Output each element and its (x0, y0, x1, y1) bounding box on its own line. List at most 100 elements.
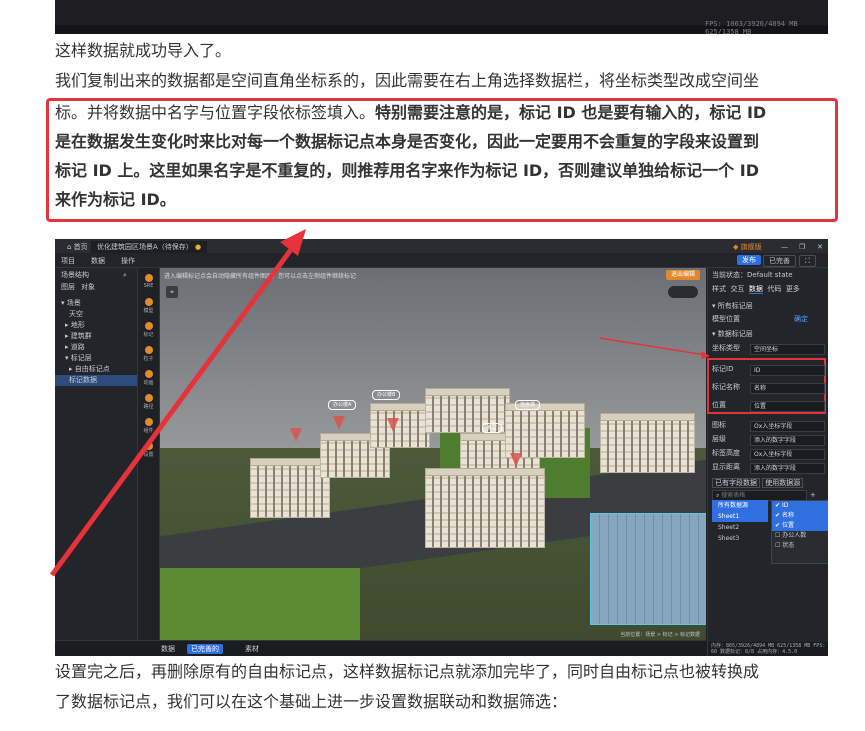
tab-more[interactable]: 更多 (786, 285, 800, 293)
tool-sre[interactable]: SRE (140, 274, 157, 289)
bottom-bar: 数据 已完善的 素材 (55, 640, 706, 656)
paragraph-next-step: 了数据标记点，我们可以在这个基础上进一步设置数据联动和数据筛选： (55, 692, 568, 711)
marker-icon (144, 322, 153, 330)
diamond-icon: ◆ (733, 243, 741, 251)
tab-home[interactable]: ⌂ 首页 (61, 241, 94, 253)
column-option[interactable]: ✔ 名称 (772, 511, 828, 521)
tree-item-markers[interactable]: ▾ 标记层 (65, 353, 92, 364)
sheet-item[interactable]: Sheet1 (712, 511, 768, 522)
building[interactable] (370, 403, 430, 448)
tab-scene[interactable]: 优化建筑园区场景A（待保存） ● (91, 241, 208, 253)
sre-icon (144, 274, 153, 282)
component-icon (144, 418, 153, 426)
sheet-list: 所有数据源 Sheet1 Sheet2 Sheet3 (712, 500, 768, 544)
marker-pin[interactable] (387, 418, 399, 432)
tree-item-sky[interactable]: 天空 (69, 309, 83, 320)
marker-position-field[interactable]: 位置 (750, 401, 825, 412)
location-pin-icon[interactable]: ⌖ (166, 286, 178, 298)
particle-icon (144, 346, 153, 354)
sheet-header[interactable]: 所有数据源 (712, 500, 768, 511)
marker-pin[interactable] (290, 428, 302, 442)
building[interactable] (250, 458, 330, 518)
sheet-item[interactable]: Sheet3 (712, 533, 768, 544)
save-status-button[interactable]: 已完善 (763, 255, 796, 267)
bottom-tab-assets[interactable]: 素材 (245, 644, 259, 654)
building[interactable] (425, 468, 545, 548)
vip-badge[interactable]: ◆ 旗舰版 (727, 241, 768, 253)
tool-animation[interactable]: 动画 (140, 370, 157, 386)
tool-path[interactable]: 路径 (140, 394, 157, 410)
model-location-value[interactable]: 确定 (794, 314, 825, 325)
tab-bar: ⌂ 首页 优化建筑园区场景A（待保存） ● ◆ 旗舰版 — ❐ ✕ (55, 239, 828, 253)
tab-interaction[interactable]: 交互 (730, 285, 744, 293)
publish-button[interactable]: 发布 (737, 255, 761, 265)
tab-code[interactable]: 代码 (767, 285, 781, 293)
menu-project[interactable]: 项目 (61, 256, 75, 266)
marker-pin[interactable] (510, 453, 522, 467)
tab-style[interactable]: 样式 (712, 285, 726, 293)
tree-item-terrain[interactable]: ▸ 地形 (65, 320, 85, 331)
model-icon (144, 298, 153, 306)
view-toggle[interactable] (668, 286, 698, 298)
subtab-objects[interactable]: 对象 (81, 282, 95, 293)
label-height-field[interactable]: Ox入坐标字段 (750, 449, 825, 460)
close-icon[interactable]: ✕ (811, 241, 828, 253)
state-label: 当前状态：Default state (712, 271, 793, 279)
tool-marker[interactable]: 标记 (140, 322, 157, 338)
coord-type-select[interactable]: 空间坐标 (750, 344, 825, 355)
paragraph-coord-line: 我们复制出来的数据都是空间直角坐标系的，因此需要在右上角选择数据栏，将坐标类型改… (55, 71, 760, 90)
path-icon (144, 394, 153, 402)
tool-component[interactable]: 组件 (140, 418, 157, 434)
panel-title: 场景结构 (61, 271, 89, 279)
property-panel: 当前状态：Default state 样式 交互 数据 代码 更多 ▾ 所有标记… (707, 268, 828, 656)
tree-item-scene[interactable]: ▾ 场景 (61, 298, 81, 309)
scene-viewport[interactable]: 办公楼A 办公楼B 宿舍楼 食堂 进入编辑标记点会自动隐藏所有组件图层，您可以点… (160, 268, 706, 640)
column-option[interactable]: ✔ ID (772, 501, 828, 511)
sheet-item[interactable]: Sheet2 (712, 522, 768, 533)
marker-label[interactable]: 宿舍楼 (515, 400, 541, 410)
display-distance-field[interactable]: 添入的数字字段 (750, 463, 825, 474)
maximize-icon[interactable]: ❐ (793, 241, 811, 253)
level-field[interactable]: 添入的数字字段 (750, 435, 825, 446)
tool-model[interactable]: 模型 (140, 298, 157, 314)
building[interactable] (505, 403, 585, 458)
menu-operation[interactable]: 操作 (121, 256, 135, 266)
marker-label[interactable]: 办公楼A (328, 400, 357, 410)
tab-data[interactable]: 数据 (748, 285, 763, 294)
section-data-markers[interactable]: ▾ 数据标记层 (712, 329, 825, 340)
icon-field[interactable]: Ox入坐标字段 (750, 421, 825, 432)
column-option[interactable]: ☐ 状态 (772, 541, 828, 551)
bottom-tab-data[interactable]: 数据 (161, 644, 175, 654)
tree-item-data-marker[interactable]: 标记数据 (55, 375, 137, 386)
previous-screenshot-status-left: FPS: 1063/3926/4894 MB 625/1358 MB (705, 20, 798, 36)
marker-label[interactable]: 办公楼B (372, 390, 401, 400)
paragraph-import-done: 这样数据就成功导入了。 (55, 41, 232, 60)
settings-icon (144, 442, 153, 450)
column-option[interactable]: ✔ 位置 (772, 521, 828, 531)
exit-edit-button[interactable]: 退出编辑 (665, 270, 700, 280)
minimize-icon[interactable]: — (775, 241, 794, 253)
use-datasource-button[interactable]: 使用数据源 (762, 478, 804, 488)
tool-settings[interactable]: 设置 (140, 442, 157, 458)
status-bar: 内存：865/3926/4894 MB 625/1358 MB FPS: 60 … (708, 642, 828, 656)
existing-data-button[interactable]: 已有字段数据 (712, 478, 760, 488)
subtab-layers[interactable]: 图层 (61, 282, 75, 293)
factory-building[interactable] (590, 513, 706, 625)
column-option[interactable]: ☐ 办公人数 (772, 531, 828, 541)
menu-data[interactable]: 数据 (91, 256, 105, 266)
tree-item-buildings[interactable]: ▸ 建筑群 (65, 331, 92, 342)
marker-name-field[interactable]: 名称 (750, 383, 825, 394)
marker-label[interactable]: 食堂 (482, 423, 503, 433)
section-all-markers[interactable]: ▾ 所有标记层 (712, 301, 825, 312)
bottom-tab-done[interactable]: 已完善的 (187, 644, 223, 654)
search-icon[interactable]: ⌕ (123, 270, 127, 281)
tree-item-roads[interactable]: ▸ 道路 (65, 342, 85, 353)
layout-button[interactable]: ⛶ (799, 255, 816, 267)
tool-particle[interactable]: 粒子 (140, 346, 157, 362)
highlight-box (46, 98, 838, 222)
marker-id-field[interactable]: ID (750, 365, 825, 376)
tree-item-free-marker[interactable]: ▸ 自由标记点 (69, 364, 110, 375)
marker-pin[interactable] (333, 416, 345, 430)
column-dropdown: ✔ ID ✔ 名称 ✔ 位置 ☐ 办公人数 ☐ 状态 (771, 500, 828, 564)
building[interactable] (600, 413, 695, 473)
